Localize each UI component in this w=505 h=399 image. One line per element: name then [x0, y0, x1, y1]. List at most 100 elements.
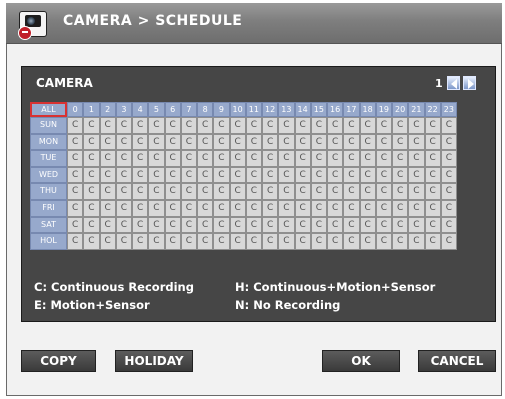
hour-header-1[interactable]: 1	[83, 102, 100, 117]
hour-header-6[interactable]: 6	[164, 102, 181, 117]
schedule-cell[interactable]: C	[164, 150, 181, 167]
schedule-cell[interactable]: C	[359, 216, 376, 234]
schedule-cell[interactable]: C	[115, 200, 132, 217]
schedule-cell[interactable]: C	[262, 216, 279, 234]
schedule-cell[interactable]: C	[392, 216, 409, 234]
schedule-cell[interactable]: C	[115, 183, 132, 200]
schedule-cell[interactable]: C	[229, 216, 246, 234]
schedule-cell[interactable]: C	[83, 133, 100, 151]
schedule-cell[interactable]: C	[294, 117, 311, 134]
schedule-cell[interactable]: C	[115, 233, 132, 250]
schedule-cell[interactable]: C	[262, 150, 279, 167]
schedule-cell[interactable]: C	[343, 200, 360, 217]
schedule-cell[interactable]: C	[440, 166, 457, 184]
schedule-cell[interactable]: C	[424, 200, 441, 217]
schedule-cell[interactable]: C	[148, 233, 165, 250]
hour-header-12[interactable]: 12	[262, 102, 279, 117]
schedule-cell[interactable]: C	[310, 183, 327, 200]
schedule-cell[interactable]: C	[197, 200, 214, 217]
schedule-cell[interactable]: C	[148, 183, 165, 200]
schedule-cell[interactable]: C	[83, 166, 100, 184]
hour-header-16[interactable]: 16	[327, 102, 344, 117]
schedule-cell[interactable]: C	[375, 200, 392, 217]
schedule-cell[interactable]: C	[424, 150, 441, 167]
schedule-cell[interactable]: C	[440, 216, 457, 234]
schedule-cell[interactable]: C	[310, 200, 327, 217]
schedule-cell[interactable]: C	[262, 166, 279, 184]
hour-header-17[interactable]: 17	[343, 102, 360, 117]
schedule-cell[interactable]: C	[375, 233, 392, 250]
schedule-cell[interactable]: C	[99, 166, 116, 184]
schedule-cell[interactable]: C	[424, 216, 441, 234]
hour-header-5[interactable]: 5	[148, 102, 165, 117]
schedule-cell[interactable]: C	[67, 216, 84, 234]
schedule-cell[interactable]: C	[359, 150, 376, 167]
schedule-cell[interactable]: C	[278, 117, 295, 134]
schedule-cell[interactable]: C	[164, 117, 181, 134]
schedule-cell[interactable]: C	[180, 216, 197, 234]
schedule-cell[interactable]: C	[180, 166, 197, 184]
schedule-cell[interactable]: C	[213, 183, 230, 200]
schedule-cell[interactable]: C	[424, 183, 441, 200]
schedule-cell[interactable]: C	[278, 233, 295, 250]
schedule-cell[interactable]: C	[115, 216, 132, 234]
day-label-fri[interactable]: FRI	[30, 200, 67, 217]
schedule-cell[interactable]: C	[229, 150, 246, 167]
hour-header-21[interactable]: 21	[408, 102, 425, 117]
schedule-cell[interactable]: C	[343, 117, 360, 134]
schedule-cell[interactable]: C	[245, 200, 262, 217]
schedule-cell[interactable]: C	[327, 150, 344, 167]
schedule-cell[interactable]: C	[164, 183, 181, 200]
schedule-cell[interactable]: C	[359, 166, 376, 184]
schedule-cell[interactable]: C	[245, 166, 262, 184]
hour-header-9[interactable]: 9	[213, 102, 230, 117]
schedule-cell[interactable]: C	[99, 183, 116, 200]
schedule-cell[interactable]: C	[262, 233, 279, 250]
schedule-cell[interactable]: C	[327, 133, 344, 151]
schedule-cell[interactable]: C	[229, 117, 246, 134]
schedule-cell[interactable]: C	[83, 150, 100, 167]
schedule-cell[interactable]: C	[310, 133, 327, 151]
schedule-cell[interactable]: C	[67, 183, 84, 200]
schedule-cell[interactable]: C	[294, 233, 311, 250]
schedule-cell[interactable]: C	[424, 166, 441, 184]
schedule-cell[interactable]: C	[424, 233, 441, 250]
schedule-cell[interactable]: C	[148, 200, 165, 217]
schedule-cell[interactable]: C	[213, 216, 230, 234]
schedule-cell[interactable]: C	[440, 117, 457, 134]
schedule-cell[interactable]: C	[197, 133, 214, 151]
schedule-cell[interactable]: C	[408, 117, 425, 134]
schedule-cell[interactable]: C	[180, 183, 197, 200]
schedule-cell[interactable]: C	[148, 150, 165, 167]
schedule-cell[interactable]: C	[229, 133, 246, 151]
schedule-cell[interactable]: C	[375, 166, 392, 184]
schedule-cell[interactable]: C	[115, 150, 132, 167]
ok-button[interactable]: OK	[322, 350, 400, 372]
day-label-mon[interactable]: MON	[30, 133, 67, 151]
day-label-sun[interactable]: SUN	[30, 117, 67, 134]
schedule-cell[interactable]: C	[67, 150, 84, 167]
schedule-cell[interactable]: C	[408, 183, 425, 200]
schedule-cell[interactable]: C	[197, 166, 214, 184]
schedule-cell[interactable]: C	[359, 200, 376, 217]
schedule-cell[interactable]: C	[180, 200, 197, 217]
schedule-cell[interactable]: C	[67, 233, 84, 250]
schedule-cell[interactable]: C	[229, 183, 246, 200]
schedule-cell[interactable]: C	[132, 233, 149, 250]
schedule-cell[interactable]: C	[310, 117, 327, 134]
hour-header-22[interactable]: 22	[424, 102, 441, 117]
schedule-cell[interactable]: C	[294, 133, 311, 151]
schedule-cell[interactable]: C	[148, 166, 165, 184]
schedule-cell[interactable]: C	[213, 233, 230, 250]
schedule-cell[interactable]: C	[327, 200, 344, 217]
schedule-cell[interactable]: C	[327, 183, 344, 200]
next-camera-button[interactable]	[463, 76, 476, 90]
schedule-cell[interactable]: C	[164, 133, 181, 151]
schedule-cell[interactable]: C	[408, 133, 425, 151]
schedule-cell[interactable]: C	[278, 200, 295, 217]
schedule-cell[interactable]: C	[197, 117, 214, 134]
schedule-cell[interactable]: C	[148, 133, 165, 151]
schedule-cell[interactable]: C	[392, 117, 409, 134]
schedule-cell[interactable]: C	[278, 166, 295, 184]
schedule-cell[interactable]: C	[262, 133, 279, 151]
